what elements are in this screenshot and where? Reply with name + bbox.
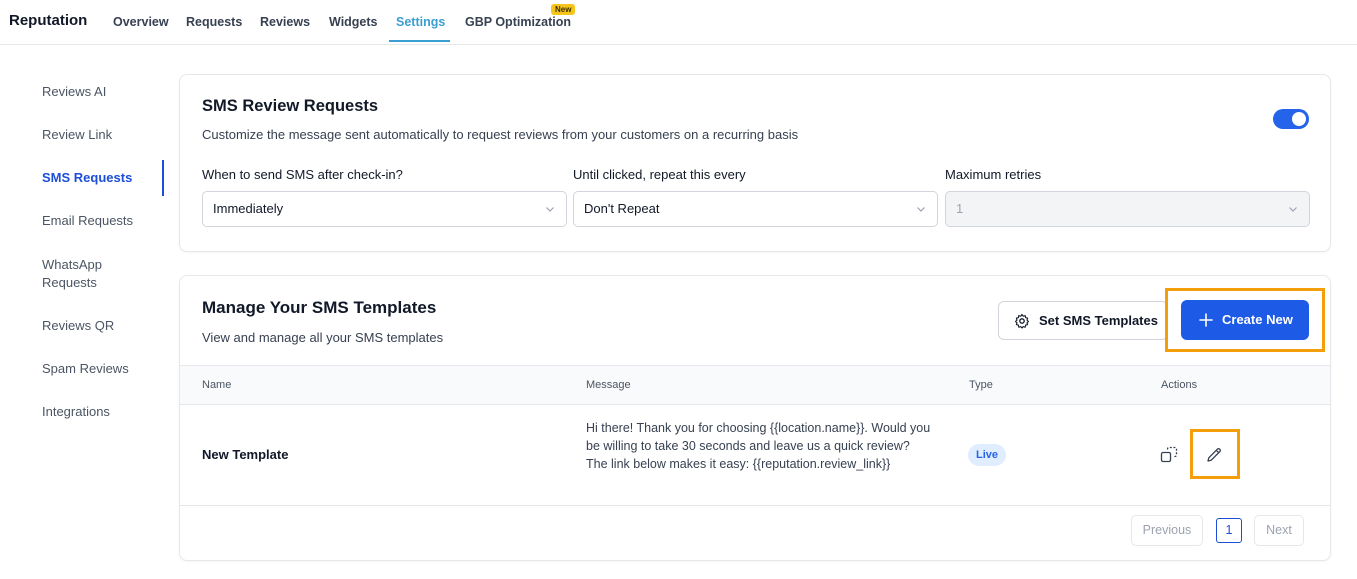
create-new-label: Create New	[1222, 312, 1293, 327]
column-header-actions: Actions	[1161, 379, 1198, 391]
sidebar-item-reviews-qr[interactable]: Reviews QR	[42, 317, 114, 335]
set-sms-templates-label: Set SMS Templates	[1039, 313, 1158, 328]
sidebar-item-review-link[interactable]: Review Link	[42, 126, 112, 144]
sidebar-active-indicator	[162, 160, 164, 196]
sms-review-requests-card: SMS Review Requests Customize the messag…	[179, 74, 1331, 252]
sidebar-item-email-requests[interactable]: Email Requests	[42, 212, 133, 230]
sidebar-item-reviews-ai[interactable]: Reviews AI	[42, 83, 106, 101]
duplicate-icon[interactable]	[1160, 446, 1178, 464]
repeat-value: Don't Repeat	[584, 201, 660, 216]
templates-subtitle: View and manage all your SMS templates	[202, 330, 444, 345]
plus-icon	[1199, 313, 1213, 327]
template-name: New Template	[202, 447, 289, 462]
when-select[interactable]: Immediately	[202, 191, 567, 227]
status-badge: Live	[968, 444, 1007, 466]
template-message: Hi there! Thank you for choosing {{locat…	[586, 421, 931, 471]
create-new-button[interactable]: Create New	[1181, 300, 1309, 340]
section-subtitle: Customize the message sent automatically…	[202, 127, 799, 142]
pagination-previous[interactable]: Previous	[1131, 515, 1203, 546]
chevron-down-icon	[1289, 207, 1297, 212]
toggle-knob	[1292, 112, 1306, 126]
sidebar-item-whatsapp-requests[interactable]: WhatsApp Requests	[42, 256, 132, 292]
chevron-down-icon	[546, 207, 554, 212]
gear-icon	[1014, 313, 1030, 329]
repeat-select[interactable]: Don't Repeat	[573, 191, 938, 227]
tab-reviews[interactable]: Reviews	[260, 15, 310, 29]
tab-overview[interactable]: Overview	[113, 15, 169, 29]
app-title: Reputation	[9, 12, 88, 29]
table-row: New Template Hi there! Thank you for cho…	[180, 405, 1330, 506]
column-header-type: Type	[969, 379, 993, 391]
sms-requests-toggle[interactable]	[1273, 109, 1309, 129]
sidebar-item-integrations[interactable]: Integrations	[42, 403, 110, 421]
when-value: Immediately	[213, 201, 284, 216]
active-tab-indicator	[389, 40, 450, 42]
pagination-next[interactable]: Next	[1254, 515, 1304, 546]
pagination-page[interactable]: 1	[1216, 518, 1242, 543]
retries-label: Maximum retries	[945, 167, 1042, 182]
sms-templates-card: Manage Your SMS Templates View and manag…	[179, 275, 1331, 561]
sidebar-item-sms-requests[interactable]: SMS Requests	[42, 169, 132, 187]
top-nav: Reputation Overview Requests Reviews Wid…	[0, 0, 1357, 45]
when-label: When to send SMS after check-in?	[202, 167, 403, 182]
retries-select: 1	[945, 191, 1310, 227]
new-badge: New	[551, 4, 576, 15]
retries-value: 1	[956, 201, 964, 216]
chevron-down-icon	[917, 207, 925, 212]
tab-widgets[interactable]: Widgets	[329, 15, 378, 29]
column-header-message: Message	[586, 379, 631, 391]
sidebar-item-spam-reviews[interactable]: Spam Reviews	[42, 360, 129, 378]
pencil-icon[interactable]	[1205, 446, 1223, 464]
tab-requests[interactable]: Requests	[186, 15, 242, 29]
templates-title: Manage Your SMS Templates	[202, 298, 437, 317]
section-title: SMS Review Requests	[202, 97, 379, 115]
column-header-name: Name	[202, 379, 232, 391]
set-sms-templates-button[interactable]: Set SMS Templates	[998, 301, 1168, 340]
tab-settings[interactable]: Settings	[396, 15, 445, 29]
tab-gbp-optimization[interactable]: GBP Optimization	[465, 15, 571, 29]
repeat-label: Until clicked, repeat this every	[573, 167, 746, 182]
table-header: Name Message Type Actions	[180, 365, 1330, 405]
